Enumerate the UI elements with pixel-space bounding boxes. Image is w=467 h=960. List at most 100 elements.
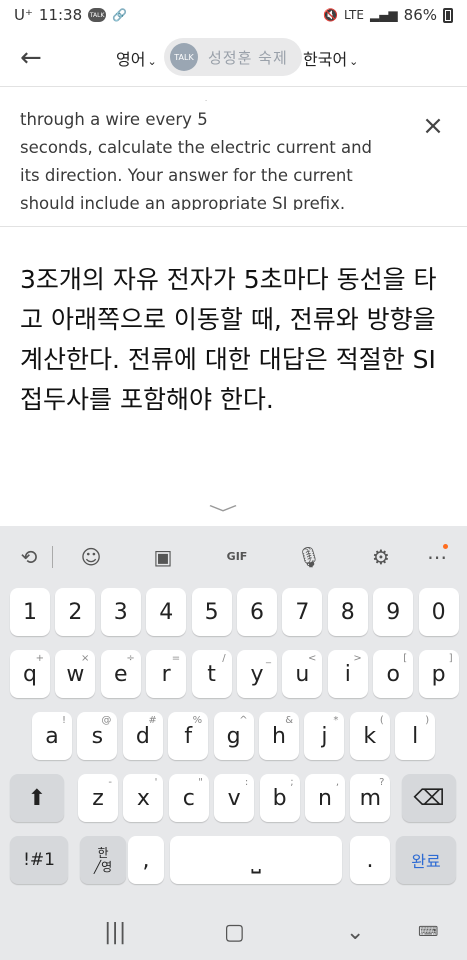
keyboard: ⟲ ☺ ▣ GIF 🎙 ⚙ ⋯ 1 2 3 4 5 6 7 8 9 0 q + w × e ÷ r = t / y _ u <… (0, 526, 467, 906)
key-7[interactable]: 7 (282, 588, 323, 636)
key-k[interactable]: k( (349, 712, 390, 760)
key-3[interactable]: 3 (100, 588, 141, 636)
key-label: 3 (113, 599, 128, 625)
source-language-dropdown[interactable]: 영어 ⌄ (116, 46, 157, 70)
key-label: b (272, 785, 287, 811)
close-icon[interactable]: × (420, 113, 446, 140)
key-c[interactable]: c " (168, 774, 209, 822)
key-secondary-label: ! (61, 715, 66, 726)
keyboard-hide-icon[interactable]: ⌨ (418, 924, 438, 940)
key-label: m (359, 785, 382, 811)
source-fade (0, 94, 467, 108)
key-a[interactable]: a! (32, 712, 72, 760)
recent-apps-icon[interactable]: ||| (104, 920, 126, 945)
settings-gear-icon[interactable]: ⚙ (366, 544, 396, 570)
key-label: 9 (386, 599, 401, 625)
chevron-down-icon: ⌄ (147, 55, 157, 68)
backspace-key[interactable]: ⌫ (402, 774, 456, 822)
key-6[interactable]: 6 (237, 588, 277, 636)
key-9[interactable]: 9 (373, 588, 414, 636)
key-f[interactable]: f% (168, 712, 209, 760)
key-h[interactable]: h & (259, 712, 299, 760)
emoji-icon[interactable]: ☺ (76, 544, 106, 570)
sticker-icon[interactable]: ▣ (148, 544, 178, 570)
key-secondary-label: % (192, 715, 203, 726)
key-0[interactable]: 0 (418, 588, 459, 636)
key-v[interactable]: v: (214, 774, 255, 822)
key-secondary-label: _ (266, 653, 271, 664)
key-z[interactable]: z- (78, 774, 118, 822)
key-j[interactable]: j * (304, 712, 345, 760)
key-y[interactable]: y _ (237, 650, 277, 698)
comma-key[interactable]: , (128, 836, 164, 884)
key-l[interactable]: l) (395, 712, 436, 760)
key-o[interactable]: o[ (373, 650, 414, 698)
key-u[interactable]: u < (282, 650, 323, 698)
key-secondary-label: ' (154, 777, 158, 788)
key-4[interactable]: 4 (146, 588, 187, 636)
gif-icon[interactable]: GIF (222, 544, 252, 570)
translate-toggle-icon[interactable]: ⟲ (14, 544, 44, 570)
key-label: d (135, 723, 150, 749)
lte-label: LTE (344, 8, 364, 22)
key-x[interactable]: x ' (123, 774, 164, 822)
key-5[interactable]: 5 (191, 588, 232, 636)
lang-switch-top: 한 (97, 846, 109, 860)
microphone-icon[interactable]: 🎙 (294, 544, 324, 570)
key-r[interactable]: r = (146, 650, 187, 698)
language-switch-key[interactable]: 한 ╱영 (80, 836, 126, 884)
key-secondary-label: / (222, 653, 226, 664)
key-secondary-label: & (285, 715, 293, 726)
done-key[interactable]: 완료 (396, 836, 456, 884)
key-q[interactable]: q + (10, 650, 50, 698)
key-b[interactable]: b; (259, 774, 300, 822)
key-label: 0 (431, 599, 446, 625)
back-arrow-icon[interactable]: ← (20, 44, 48, 72)
key-secondary-label: > (353, 653, 362, 664)
key-label: p (431, 661, 446, 687)
collapse-handle-icon[interactable]: ﹀ (209, 500, 238, 526)
header-divider (0, 86, 467, 87)
key-2[interactable]: 2 (55, 588, 96, 636)
key-g[interactable]: g ^ (213, 712, 254, 760)
key-e[interactable]: e ÷ (100, 650, 141, 698)
key-label: r (161, 661, 171, 687)
key-label: g (226, 723, 241, 749)
key-secondary-label: ÷ (126, 653, 135, 664)
period-key[interactable]: . (350, 836, 390, 884)
talk-icon: TALK (170, 43, 198, 71)
key-p[interactable]: p] (418, 650, 459, 698)
signal-icon: ▂▄▆ (369, 8, 398, 22)
key-secondary-label: , (335, 777, 339, 788)
key-m[interactable]: m? (350, 774, 391, 822)
key-label: y (250, 661, 264, 687)
key-1[interactable]: 1 (10, 588, 50, 636)
key-w[interactable]: w × (55, 650, 96, 698)
source-language-label: 영어 (116, 50, 146, 69)
key-8[interactable]: 8 (327, 588, 368, 636)
shift-key[interactable]: ⬆ (10, 774, 64, 822)
key-label: 8 (340, 599, 355, 625)
target-language-label: 한국어 (303, 50, 348, 69)
symbols-key[interactable]: !#1 (10, 836, 68, 884)
key-t[interactable]: t / (191, 650, 232, 698)
key-n[interactable]: n, (305, 774, 345, 822)
target-language-dropdown[interactable]: 한국어 ⌄ (303, 46, 358, 70)
key-i[interactable]: i > (327, 650, 368, 698)
source-text-area[interactable]: If three free electrons pass downward th… (20, 100, 400, 210)
back-chevron-icon[interactable]: ⌄ (346, 920, 364, 945)
key-label: f (184, 723, 193, 749)
lang-switch-bottom: ╱영 (93, 860, 113, 874)
chat-bubble-overlay[interactable]: TALK 성정훈 숙제 (164, 38, 302, 76)
source-text-line: its direction. Your answer for the curre… (20, 166, 353, 185)
key-label: !#1 (23, 850, 55, 870)
home-icon[interactable]: ▢ (224, 920, 245, 945)
key-label: ⌫ (413, 785, 445, 811)
key-d[interactable]: d # (122, 712, 163, 760)
key-secondary-label: * (333, 715, 339, 726)
space-key[interactable]: ⎵ (170, 836, 342, 884)
key-secondary-label: ; (290, 777, 294, 788)
key-label: c (182, 785, 195, 811)
key-label: a (45, 723, 59, 749)
key-s[interactable]: s @ (77, 712, 118, 760)
